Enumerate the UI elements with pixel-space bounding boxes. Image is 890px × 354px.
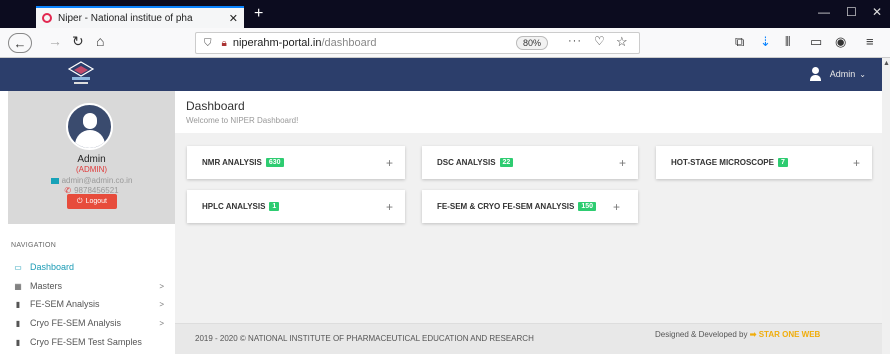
niper-logo-icon [67, 61, 95, 84]
sidebar-item-cryo-fe-sem-test-samples[interactable]: ▮ Cryo FE-SEM Test Samples [8, 335, 168, 349]
profile-role: (ADMIN) [75, 165, 108, 174]
menu-icon[interactable]: ≡ [866, 34, 874, 49]
chevron-right-icon: > [159, 299, 164, 309]
count-badge: 150 [578, 202, 597, 211]
card-hot-stage-microscope[interactable]: HOT-STAGE MICROSCOPE 7 + [656, 146, 872, 179]
profile-email-row: admin@admin.co.in [8, 176, 175, 185]
avatar [66, 103, 113, 150]
sidebar-toggle-icon[interactable]: ▭ [810, 34, 822, 50]
profile-panel: Admin (ADMIN) admin@admin.co.in ✆ 9878456… [8, 91, 175, 224]
home-icon[interactable]: ⌂ [96, 33, 104, 49]
card-label: NMR ANALYSIS [202, 158, 262, 167]
page-scrollbar[interactable] [882, 58, 890, 354]
browser-tab-bar: Niper - National institue of pha ✕ + — ☐… [0, 0, 890, 28]
tracking-shield-icon[interactable]: ⛉ [204, 38, 212, 49]
download-icon[interactable]: ⇣ [760, 34, 771, 50]
library-icon[interactable]: ⫴ [785, 34, 790, 50]
page-header: Dashboard Welcome to NIPER Dashboard! [175, 91, 882, 133]
maximize-icon[interactable]: ☐ [846, 5, 857, 19]
count-badge: 1 [269, 202, 280, 211]
window-close-icon[interactable]: ✕ [872, 5, 882, 19]
minimize-icon[interactable]: — [818, 5, 830, 19]
flask-icon: ▮ [15, 299, 21, 309]
card-label: DSC ANALYSIS [437, 158, 496, 167]
sidebar-item-fe-sem-analysis[interactable]: ▮ FE-SEM Analysis > [8, 297, 168, 311]
mail-icon [50, 177, 59, 184]
card-label: FE-SEM & CRYO FE-SEM ANALYSIS [437, 202, 575, 211]
page-subtitle: Welcome to NIPER Dashboard! [186, 116, 299, 125]
expand-plus-icon[interactable]: + [613, 200, 620, 214]
sidebar: Admin (ADMIN) admin@admin.co.in ✆ 9878456… [8, 91, 175, 354]
browser-tab[interactable]: Niper - National institue of pha ✕ [36, 6, 244, 28]
page-title: Dashboard [186, 99, 245, 113]
page-footer: 2019 - 2020 © NATIONAL INSTITUTE OF PHAR… [175, 323, 882, 354]
pocket-icon[interactable]: ♡ [594, 34, 605, 48]
card-label: HOT-STAGE MICROSCOPE [671, 158, 774, 167]
sidebar-item-cryo-fe-sem-analysis[interactable]: ▮ Cryo FE-SEM Analysis > [8, 316, 168, 330]
chevron-right-icon: > [159, 318, 164, 328]
credit-prefix: Designed & Developed by [655, 330, 748, 339]
sidebar-item-masters[interactable]: ▦ Masters > [8, 279, 168, 293]
close-tab-icon[interactable]: ✕ [229, 12, 238, 25]
footer-credit: Designed & Developed by ➡ STAR ONE WEB [655, 329, 855, 340]
star-one-web-link[interactable]: ➡ STAR ONE WEB [750, 330, 821, 339]
footer-copyright: 2019 - 2020 © NATIONAL INSTITUTE OF PHAR… [195, 334, 534, 343]
page-actions-icon[interactable]: ··· [568, 35, 582, 47]
admin-menu-label: Admin [829, 69, 856, 79]
browser-nav-bar: ← → ↻ ⌂ ⛉ 🔒︎ niperahm-portal.in/dashboar… [0, 28, 890, 58]
expand-plus-icon[interactable]: + [386, 156, 393, 170]
count-badge: 22 [499, 158, 514, 167]
logout-button[interactable]: ⏻ Logout [67, 194, 117, 209]
account-icon[interactable]: ◉ [835, 34, 846, 50]
insecure-lock-icon[interactable]: 🔒︎ [222, 38, 227, 49]
count-badge: 7 [777, 158, 788, 167]
zoom-indicator[interactable]: 80% [516, 36, 549, 50]
flask-icon: ▮ [15, 318, 21, 328]
bookmark-star-icon[interactable]: ☆ [616, 34, 628, 50]
card-fe-sem-cryo-analysis[interactable]: FE-SEM & CRYO FE-SEM ANALYSIS 150 + [422, 190, 638, 223]
sidebar-item-dashboard[interactable]: ▭ Dashboard [8, 260, 168, 274]
new-tab-icon[interactable]: + [254, 5, 263, 23]
main-content: Dashboard Welcome to NIPER Dashboard! NM… [175, 91, 882, 354]
profile-email: admin@admin.co.in [61, 176, 133, 185]
expand-plus-icon[interactable]: + [386, 200, 393, 214]
card-dsc-analysis[interactable]: DSC ANALYSIS 22 + [422, 146, 638, 179]
power-icon: ⏻ [77, 197, 83, 205]
tab-title: Niper - National institue of pha [58, 12, 193, 24]
url-bar[interactable]: ⛉ 🔒︎ niperahm-portal.in/dashboard 80% ··… [195, 32, 640, 54]
nav-heading: NAVIGATION [11, 242, 57, 249]
flask-icon: ▮ [15, 337, 21, 347]
profile-name: Admin [77, 154, 106, 165]
card-label: HPLC ANALYSIS [202, 202, 266, 211]
card-nmr-analysis[interactable]: NMR ANALYSIS 630 + [187, 146, 405, 179]
forward-icon[interactable]: → [48, 33, 62, 49]
back-icon[interactable]: ← [8, 33, 32, 53]
url-host: niperahm-portal.in [232, 37, 322, 49]
grid-icon: ▦ [14, 281, 22, 291]
monitor-icon: ▭ [14, 262, 22, 272]
expand-plus-icon[interactable]: + [853, 156, 860, 170]
site-favicon-icon [42, 13, 52, 23]
scroll-up-icon[interactable]: ▲ [883, 60, 890, 67]
reload-icon[interactable]: ↻ [72, 33, 84, 50]
expand-plus-icon[interactable]: + [619, 156, 626, 170]
app-header: Admin ⌄ [0, 58, 882, 91]
card-hplc-analysis[interactable]: HPLC ANALYSIS 1 + [187, 190, 405, 223]
screenshot-icon[interactable]: ⧉ [735, 34, 744, 50]
admin-menu[interactable]: Admin ⌄ [809, 67, 866, 81]
chevron-right-icon: > [159, 281, 164, 291]
user-icon [809, 67, 822, 81]
url-path: /dashboard [321, 37, 377, 49]
count-badge: 630 [265, 158, 284, 167]
chevron-down-icon: ⌄ [859, 69, 866, 79]
star-one-logo-icon: ➡ [749, 330, 757, 339]
